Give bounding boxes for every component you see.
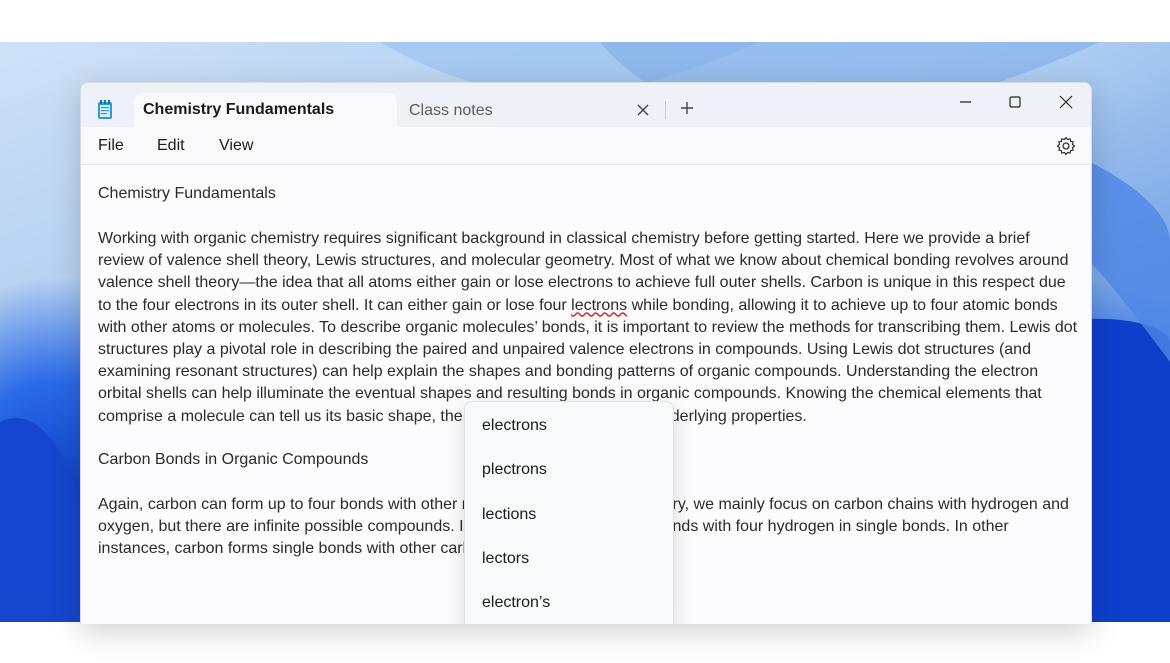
suggestion-label: lectors xyxy=(482,550,530,567)
tab-divider xyxy=(665,101,666,119)
menu-bar: File Edit View xyxy=(81,127,1091,165)
menu-edit[interactable]: Edit xyxy=(157,137,185,155)
suggestion-label: plectrons xyxy=(482,461,547,478)
suggestion-item[interactable]: lectors xyxy=(465,539,673,579)
text-editor[interactable]: Chemistry Fundamentals Working with orga… xyxy=(81,165,1091,624)
close-icon[interactable] xyxy=(1049,91,1083,113)
suggestion-label: electrons xyxy=(482,417,547,434)
title-bar: Chemistry Fundamentals Class notes xyxy=(81,83,1091,129)
maximize-icon[interactable] xyxy=(998,91,1032,113)
close-icon[interactable] xyxy=(635,102,651,118)
tab-chemistry-fundamentals[interactable]: Chemistry Fundamentals xyxy=(134,93,397,129)
menu-file[interactable]: File xyxy=(98,137,124,155)
plus-icon[interactable] xyxy=(679,100,695,116)
spelling-suggestions-menu: electrons plectrons lections lectors ele… xyxy=(464,401,674,624)
menu-view[interactable]: View xyxy=(219,137,253,155)
minimize-icon[interactable] xyxy=(948,91,982,113)
document-title: Chemistry Fundamentals xyxy=(98,185,276,202)
notepad-icon xyxy=(98,100,112,119)
suggestion-label: lections xyxy=(482,506,537,523)
suggestion-item[interactable]: electrons xyxy=(465,406,673,446)
suggestion-item[interactable]: electron’s xyxy=(465,583,673,623)
tab-label: Chemistry Fundamentals xyxy=(143,101,335,118)
tab-class-notes[interactable]: Class notes xyxy=(397,93,661,127)
suggestion-label: electron’s xyxy=(482,594,551,611)
suggestion-item[interactable]: lections xyxy=(465,495,673,535)
suggestion-item[interactable]: plectrons xyxy=(465,450,673,490)
notepad-window: Chemistry Fundamentals Class notes File … xyxy=(80,82,1092,624)
tab-label: Class notes xyxy=(409,102,493,119)
paragraph-1: Working with organic chemistry requires … xyxy=(98,228,1078,428)
misspelled-word[interactable]: lectrons xyxy=(571,297,627,314)
gear-icon[interactable] xyxy=(1056,136,1076,156)
